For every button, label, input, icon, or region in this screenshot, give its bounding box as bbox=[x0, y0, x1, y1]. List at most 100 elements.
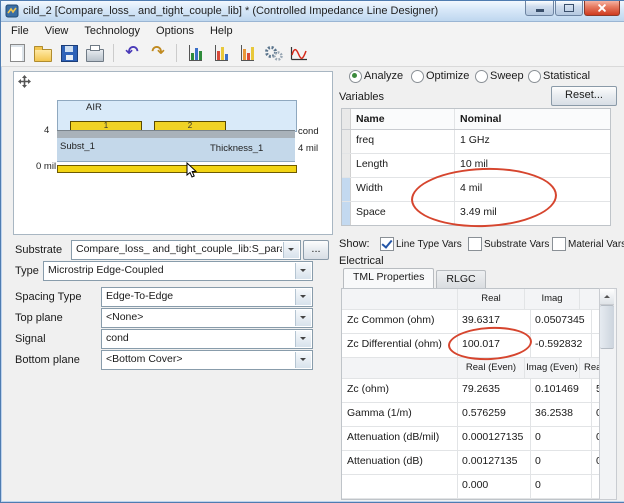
type-select[interactable]: Microstrip Edge-Coupled bbox=[43, 261, 313, 281]
chevron-down-icon bbox=[295, 310, 311, 326]
open-icon[interactable] bbox=[32, 42, 54, 64]
radio-optimize-label: Optimize bbox=[426, 70, 469, 82]
app-window: cild_2 [Compare_loss_ and_tight_couple_l… bbox=[0, 0, 624, 503]
signal-label: Signal bbox=[15, 333, 46, 345]
radio-analyze[interactable] bbox=[349, 70, 362, 83]
crosstalk-chart-icon[interactable] bbox=[236, 42, 258, 64]
close-icon bbox=[597, 3, 607, 13]
checkbox-line-type-vars-label: Line Type Vars bbox=[396, 239, 462, 250]
checkbox-line-type-vars[interactable] bbox=[380, 237, 394, 251]
table-scrollbar[interactable] bbox=[599, 288, 617, 500]
substrate-select[interactable]: Compare_loss_ and_tight_couple_lib:S_par… bbox=[71, 240, 301, 260]
loss-chart-icon[interactable] bbox=[210, 42, 232, 64]
variable-row-length: Length 10 mil bbox=[342, 154, 610, 178]
spacing-type-select[interactable]: Edge-To-Edge bbox=[101, 287, 313, 307]
air-label: AIR bbox=[86, 102, 102, 113]
tab-tml-properties[interactable]: TML Properties bbox=[343, 268, 434, 288]
radio-statistical[interactable] bbox=[528, 70, 541, 83]
radio-optimize[interactable] bbox=[411, 70, 424, 83]
show-label: Show: bbox=[339, 238, 370, 250]
new-document-icon[interactable] bbox=[6, 42, 28, 64]
checkbox-substrate-vars-label: Substrate Vars bbox=[484, 239, 549, 250]
electrical-tabs: TML Properties RLGC bbox=[343, 270, 488, 288]
cross-section-canvas[interactable]: AIR 1 2 4 cond Subst_1 Thickness_1 4 mil… bbox=[13, 71, 333, 235]
variables-table: Name Nominal freq 1 GHz Length 10 mil Wi… bbox=[341, 108, 611, 226]
browse-substrate-button[interactable]: ... bbox=[303, 240, 329, 260]
menu-bar: File View Technology Options Help bbox=[1, 22, 624, 40]
scrollbar-thumb[interactable] bbox=[600, 305, 614, 349]
bottom-plane-select[interactable]: <Bottom Cover> bbox=[101, 350, 313, 370]
checkbox-material-vars-label: Material Vars bbox=[568, 239, 624, 250]
substrate-label: Subst_1 bbox=[60, 141, 95, 152]
maximize-button[interactable] bbox=[555, 1, 583, 16]
redo-icon[interactable]: ↷ bbox=[147, 42, 169, 64]
variable-row-space: Space 3.49 mil bbox=[342, 202, 610, 225]
top-plane-select[interactable]: <None> bbox=[101, 308, 313, 328]
maximize-icon bbox=[564, 4, 574, 12]
reset-button[interactable]: Reset... bbox=[551, 86, 617, 106]
variables-title: Variables bbox=[339, 91, 384, 103]
undo-icon[interactable]: ↶ bbox=[121, 42, 143, 64]
radio-statistical-label: Statistical bbox=[543, 70, 590, 82]
scrollbar-up-icon[interactable] bbox=[600, 289, 614, 305]
type-label: Type bbox=[15, 265, 39, 277]
spacing-type-label: Spacing Type bbox=[15, 291, 81, 303]
chevron-down-icon bbox=[283, 242, 299, 258]
menu-file[interactable]: File bbox=[3, 23, 37, 39]
window-title: cild_2 [Compare_loss_ and_tight_couple_l… bbox=[23, 5, 438, 17]
app-icon bbox=[5, 4, 19, 18]
minimize-button[interactable] bbox=[525, 1, 554, 16]
title-bar: cild_2 [Compare_loss_ and_tight_couple_l… bbox=[1, 1, 624, 22]
thickness-label: Thickness_1 bbox=[210, 143, 263, 154]
radio-analyze-label: Analyze bbox=[364, 70, 403, 82]
radio-sweep-label: Sweep bbox=[490, 70, 524, 82]
checkbox-material-vars[interactable] bbox=[552, 237, 566, 251]
height-top-label: 4 bbox=[44, 125, 49, 136]
menu-options[interactable]: Options bbox=[148, 23, 202, 39]
mouse-pointer-icon bbox=[186, 162, 198, 179]
menu-help[interactable]: Help bbox=[202, 23, 241, 39]
variable-row-freq: freq 1 GHz bbox=[342, 130, 610, 154]
table-subheader-row: Real (Even) Imag (Even) Real ( bbox=[342, 358, 600, 379]
height-bottom-label: 0 mil bbox=[36, 161, 56, 172]
thickness-value: 4 mil bbox=[298, 143, 318, 154]
cond-label: cond bbox=[298, 126, 319, 137]
chevron-down-icon bbox=[295, 263, 311, 279]
bottom-plane-label: Bottom plane bbox=[15, 354, 80, 366]
close-button[interactable] bbox=[584, 1, 620, 16]
checkbox-substrate-vars[interactable] bbox=[468, 237, 482, 251]
move-cursor-icon bbox=[18, 75, 31, 88]
print-icon[interactable] bbox=[84, 42, 106, 64]
menu-view[interactable]: View bbox=[37, 23, 77, 39]
waveform-icon[interactable] bbox=[288, 42, 310, 64]
bottom-cover bbox=[57, 165, 297, 173]
gears-icon[interactable] bbox=[262, 42, 284, 64]
table-header-row: Real Imag bbox=[342, 289, 600, 310]
toolbar-separator bbox=[176, 44, 177, 62]
top-plane-label: Top plane bbox=[15, 312, 63, 324]
variable-row-width: Width 4 mil bbox=[342, 178, 610, 202]
chevron-down-icon bbox=[295, 331, 311, 347]
minimize-icon bbox=[536, 9, 544, 12]
table-row-zc: Zc (ohm) 79.2635 0.101469 50.00 bbox=[342, 379, 600, 403]
electrical-title: Electrical bbox=[339, 255, 384, 267]
radio-sweep[interactable] bbox=[475, 70, 488, 83]
toolbar-separator bbox=[113, 44, 114, 62]
table-row-gamma: Gamma (1/m) 0.576259 36.2538 0.651 bbox=[342, 403, 600, 427]
menu-technology[interactable]: Technology bbox=[76, 23, 148, 39]
table-row-zc-differential: Zc Differential (ohm) 100.017 -0.592832 bbox=[342, 334, 600, 358]
save-icon[interactable] bbox=[58, 42, 80, 64]
table-row-zc-common: Zc Common (ohm) 39.6317 0.0507345 bbox=[342, 310, 600, 334]
variables-header-row: Name Nominal bbox=[342, 109, 610, 130]
window-controls bbox=[524, 1, 620, 16]
table-row-attenuation-db-mil: Attenuation (dB/mil) 0.000127135 0 0.000 bbox=[342, 427, 600, 451]
substrate-label: Substrate bbox=[15, 244, 62, 256]
tml-properties-table: Real Imag Zc Common (ohm) 39.6317 0.0507… bbox=[341, 288, 600, 500]
chevron-down-icon bbox=[295, 352, 311, 368]
toolbar: ↶ ↷ bbox=[1, 40, 624, 67]
chevron-down-icon bbox=[295, 289, 311, 305]
impedance-chart-icon[interactable] bbox=[184, 42, 206, 64]
tab-rlgc[interactable]: RLGC bbox=[436, 270, 485, 288]
signal-select[interactable]: cond bbox=[101, 329, 313, 349]
table-row-clipped: 0.000 0 bbox=[342, 475, 600, 499]
